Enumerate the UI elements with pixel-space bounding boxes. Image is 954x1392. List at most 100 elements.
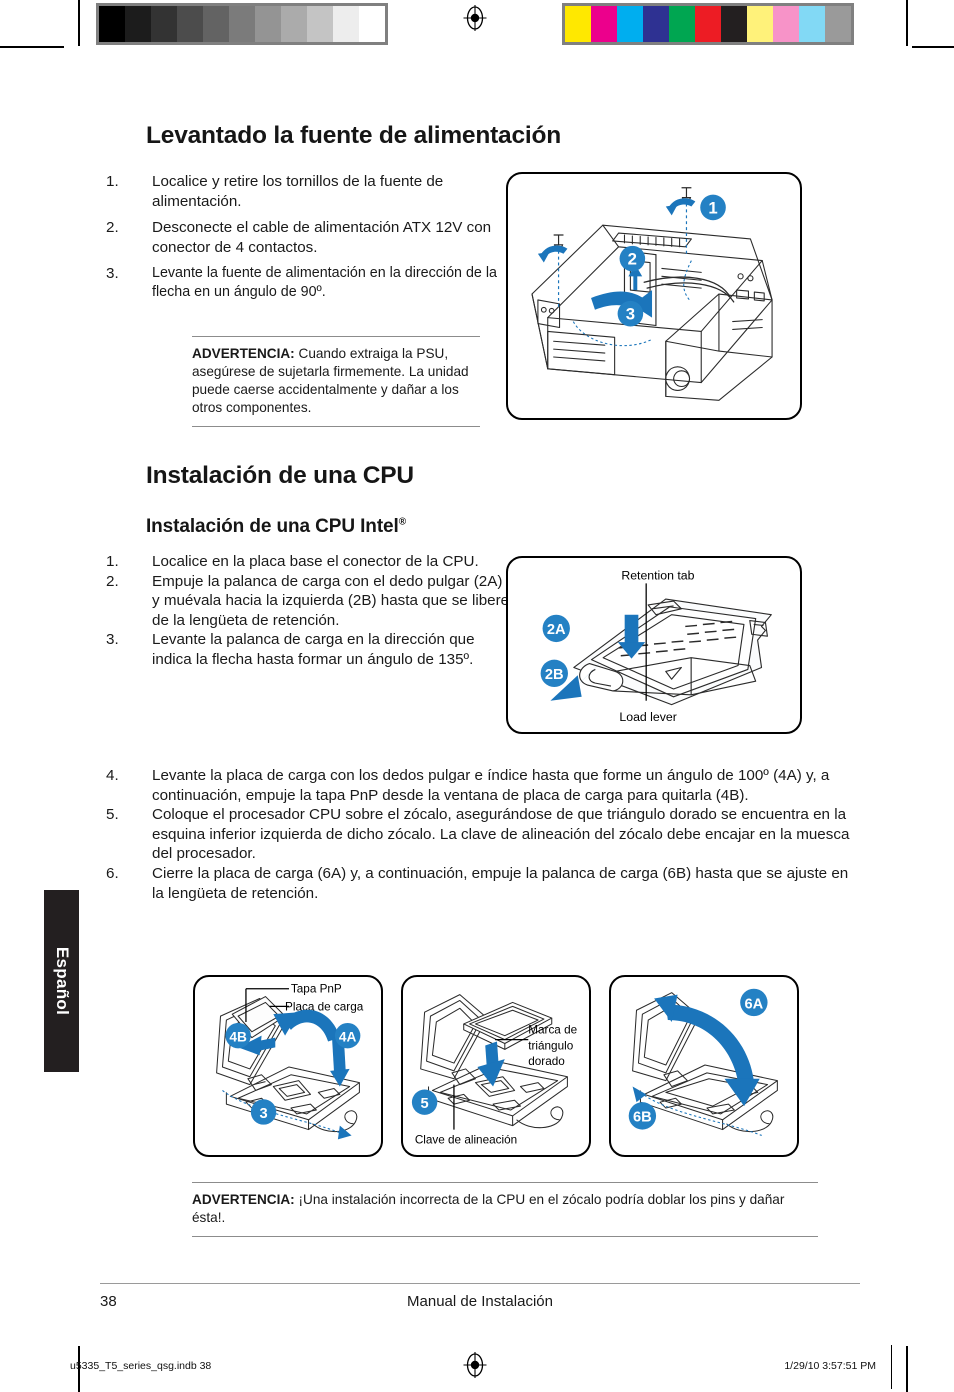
language-side-tab: Español <box>44 890 79 1072</box>
grayscale-swatch-1 <box>125 6 151 42</box>
svg-text:1: 1 <box>708 198 717 217</box>
list-item: 4. Levante la placa de carga con los ded… <box>100 766 852 805</box>
list-item: 2. Desconecte el cable de alimentación A… <box>100 218 510 257</box>
figure-cpu-close-load-plate: 6A 6B <box>609 975 799 1157</box>
grayscale-swatch-9 <box>333 6 359 42</box>
color-swatch-3 <box>643 6 669 42</box>
figure-label-marca-triangulo-2: triángulo <box>528 1039 573 1052</box>
svg-text:6A: 6A <box>745 996 764 1012</box>
section-2-step-list-wide: 4. Levante la placa de carga con los ded… <box>100 766 849 903</box>
list-item: 6. Cierre la placa de carga (6A) y, a co… <box>100 864 852 903</box>
step-number: 5. <box>106 806 119 824</box>
document-page: Levantado la fuente de alimentación 1. L… <box>0 0 954 1392</box>
subheading-text: Instalación de una CPU Intel <box>146 516 399 537</box>
color-calibration-bar <box>562 3 854 45</box>
section-1-warning-note: ADVERTENCIA: Cuando extraiga la PSU, ase… <box>192 336 480 428</box>
color-swatch-8 <box>773 6 799 42</box>
crop-mark-top-left-h <box>0 46 64 48</box>
figure-label-placa-de-carga: Placa de carga <box>285 1000 364 1013</box>
grayscale-swatch-2 <box>151 6 177 42</box>
color-swatch-1 <box>591 6 617 42</box>
color-swatch-4 <box>669 6 695 42</box>
grayscale-swatch-10 <box>359 6 385 42</box>
step-number: 1. <box>106 553 119 570</box>
step-text: Coloque el procesador CPU sobre el zócal… <box>152 806 850 863</box>
section-2-step-list-narrow: 1. Localice en la placa base el conector… <box>100 552 509 670</box>
imprint-filename: u5335_T5_series_qsg.indb 38 <box>70 1360 212 1372</box>
color-swatch-2 <box>617 6 643 42</box>
step-number: 2. <box>106 219 119 237</box>
color-swatch-5 <box>695 6 721 42</box>
step-text: Localice y retire los tornillos de la fu… <box>152 173 444 210</box>
warning-label: ADVERTENCIA: <box>192 346 295 361</box>
step-text: Localice en la placa base el conector de… <box>152 553 479 570</box>
list-item: 3. Levante la palanca de carga en la dir… <box>100 630 510 669</box>
color-swatch-6 <box>721 6 747 42</box>
step-text: Cierre la placa de carga (6A) y, a conti… <box>152 865 849 902</box>
svg-text:3: 3 <box>259 1106 267 1122</box>
figure-label-marca-triangulo-3: dorado <box>528 1055 565 1068</box>
svg-text:4A: 4A <box>339 1030 357 1045</box>
registered-mark: ® <box>398 516 406 528</box>
warning-label: ADVERTENCIA: <box>192 1192 295 1207</box>
figure-label-marca-triangulo-1: Marca de <box>528 1024 577 1037</box>
figure-label-clave-alineacion: Clave de alineación <box>415 1133 517 1146</box>
step-text: Levante la placa de carga con los dedos … <box>152 767 830 804</box>
svg-text:2B: 2B <box>545 667 564 683</box>
step-number: 3. <box>106 631 119 649</box>
list-item: 1. Localice en la placa base el conector… <box>100 552 510 572</box>
footer-divider <box>100 1283 860 1285</box>
grayscale-swatch-0 <box>99 6 125 42</box>
figure-chassis-psu-removal: 1 2 3 <box>506 172 802 420</box>
section-1-heading: Levantado la fuente de alimentación <box>146 122 562 149</box>
crop-mark-bottom-right-v <box>906 1346 908 1392</box>
step-number: 3. <box>106 265 119 283</box>
registration-target-bottom <box>462 1352 488 1378</box>
color-swatch-0 <box>565 6 591 42</box>
step-number: 1. <box>106 173 119 190</box>
language-side-tab-label: Español <box>52 946 72 1016</box>
figure-label-tapa-pnp: Tapa PnP <box>291 983 342 996</box>
crop-mark-top-right-h <box>912 46 954 48</box>
svg-text:2A: 2A <box>547 622 566 638</box>
step-number: 4. <box>106 767 119 784</box>
step-text: Levante la fuente de alimentación en la … <box>152 265 497 300</box>
svg-text:6B: 6B <box>633 1110 652 1126</box>
grayscale-swatch-7 <box>281 6 307 42</box>
color-swatch-7 <box>747 6 773 42</box>
svg-text:5: 5 <box>421 1096 429 1112</box>
registration-target-top <box>462 5 488 31</box>
list-item: 1. Localice y retire los tornillos de la… <box>100 172 510 211</box>
step-text: Levante la palanca de carga en la direcc… <box>152 631 475 669</box>
imprint-timestamp: 1/29/10 3:57:51 PM <box>784 1360 876 1372</box>
grayscale-swatch-5 <box>229 6 255 42</box>
grayscale-swatch-8 <box>307 6 333 42</box>
svg-text:3: 3 <box>626 305 635 324</box>
list-item: 2. Empuje la palanca de carga con el ded… <box>100 572 510 631</box>
figure-cpu-socket-load-lever: Retention tab Load lever 2A 2B <box>506 556 802 734</box>
figure-cpu-placement-alignment: Marca de triángulo dorado Clave de aline… <box>401 975 591 1157</box>
step-number: 6. <box>106 865 119 883</box>
color-swatch-10 <box>825 6 851 42</box>
grayscale-swatch-4 <box>203 6 229 42</box>
figure-cpu-load-plate-pnp-cap: Tapa PnP Placa de carga 4B 4A 3 <box>193 975 383 1157</box>
step-text: Desconecte el cable de alimentación ATX … <box>152 219 492 256</box>
figure-label-load-lever: Load lever <box>619 710 676 724</box>
svg-text:4B: 4B <box>229 1030 247 1045</box>
imprint-divider <box>890 1345 892 1389</box>
step-number: 2. <box>106 572 119 590</box>
list-item: 3. Levante la fuente de alimentación en … <box>100 264 510 301</box>
grayscale-calibration-bar <box>96 3 388 45</box>
color-swatch-9 <box>799 6 825 42</box>
section-2-warning-note: ADVERTENCIA: ¡Una instalación incorrecta… <box>192 1182 818 1238</box>
crop-mark-top-right-v <box>906 0 908 46</box>
section-2-subheading: Instalación de una CPU Intel® <box>146 516 846 538</box>
section-1-step-list: 1. Localice y retire los tornillos de la… <box>100 172 500 302</box>
section-2-heading: Instalación de una CPU <box>146 462 414 489</box>
grayscale-swatch-6 <box>255 6 281 42</box>
svg-text:2: 2 <box>628 250 637 269</box>
step-text: Empuje la palanca de carga con el dedo p… <box>152 572 510 629</box>
list-item: 5. Coloque el procesador CPU sobre el zó… <box>100 805 852 864</box>
figure-label-retention-tab: Retention tab <box>621 569 694 583</box>
crop-mark-top-left-v <box>78 0 80 46</box>
